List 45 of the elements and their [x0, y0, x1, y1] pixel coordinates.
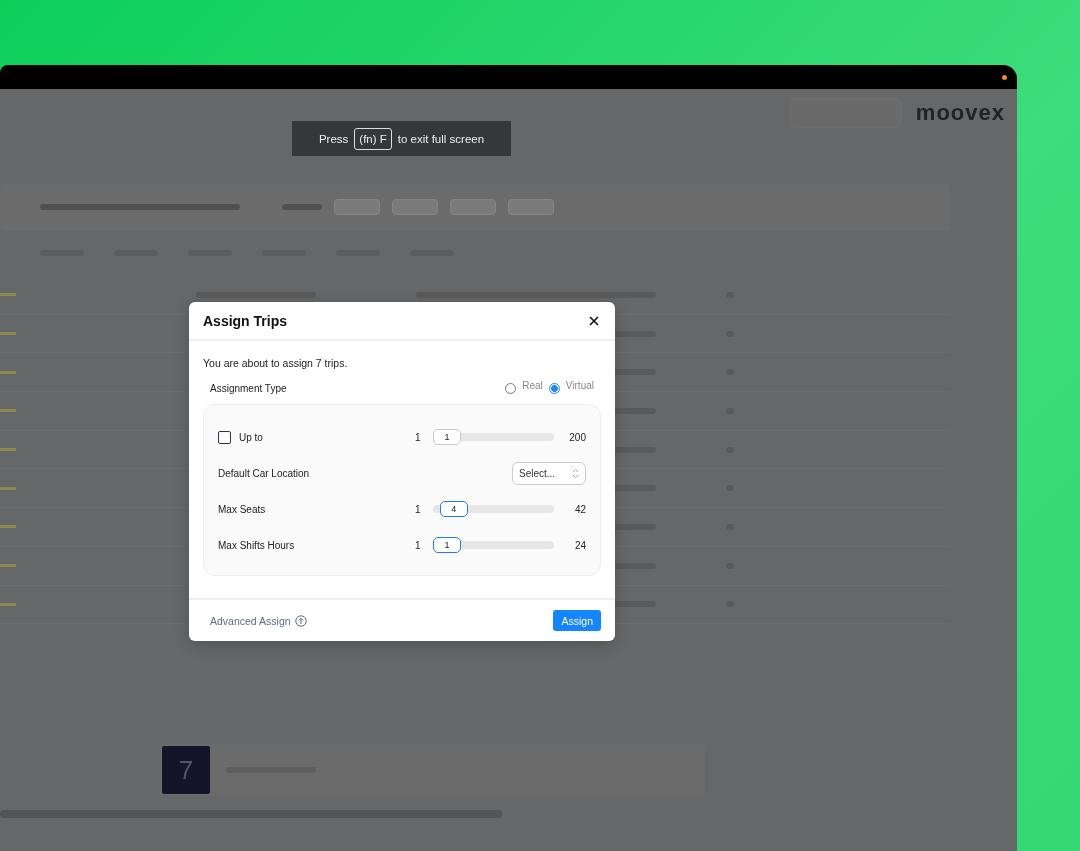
setting-label: Max Shifts Hours: [218, 539, 295, 551]
slider-thumb[interactable]: 4: [439, 501, 468, 517]
filter-chip: [334, 199, 380, 215]
row-marker: [0, 602, 16, 606]
toast-text: to exit full screen: [397, 132, 485, 145]
max-value: 24: [573, 539, 586, 551]
row-marker: [0, 564, 16, 568]
radio-label: Real: [522, 380, 543, 391]
filter-chip: [392, 199, 438, 215]
arrow-up-circle-icon: [294, 614, 307, 627]
min-value: 1: [415, 539, 422, 551]
status-dot: [1002, 74, 1007, 80]
radio-button[interactable]: [548, 383, 560, 394]
row-marker: [0, 525, 16, 529]
setting-label: Up to: [239, 431, 263, 443]
row-marker: [0, 370, 16, 374]
toast-text: Press: [318, 132, 349, 145]
row-marker: [0, 486, 16, 490]
blurred-text: [282, 204, 322, 210]
assignment-type-label: Assignment Type: [210, 383, 287, 394]
assign-button[interactable]: Assign: [553, 610, 601, 631]
advanced-assign-link[interactable]: Advanced Assign: [210, 614, 307, 627]
filter-chip: [508, 199, 554, 215]
filter-chip: [450, 199, 496, 215]
close-icon[interactable]: [587, 313, 601, 328]
location-select[interactable]: Select...: [512, 461, 586, 485]
row-marker: [0, 448, 16, 452]
setting-label: Max Seats: [218, 503, 266, 515]
min-value: 1: [415, 431, 422, 443]
min-value: 1: [415, 503, 422, 515]
radio-label: Virtual: [565, 380, 594, 391]
slider-thumb[interactable]: 1: [433, 537, 461, 553]
max-value: 42: [573, 503, 586, 515]
radio-button[interactable]: [505, 383, 517, 394]
key-hint: (fn) F: [354, 127, 392, 150]
chevron-updown-icon: [572, 467, 579, 479]
dialog-title: Assign Trips: [203, 312, 288, 329]
dialog-message: You are about to assign 7 trips.: [203, 357, 349, 369]
selection-count: 7: [162, 746, 210, 795]
logo: moovex: [915, 100, 1005, 126]
row-marker: [0, 409, 16, 413]
max-value: 200: [568, 431, 586, 443]
row-marker: [0, 332, 16, 336]
row-marker: [0, 293, 16, 297]
setting-label: Default Car Location: [218, 467, 310, 479]
